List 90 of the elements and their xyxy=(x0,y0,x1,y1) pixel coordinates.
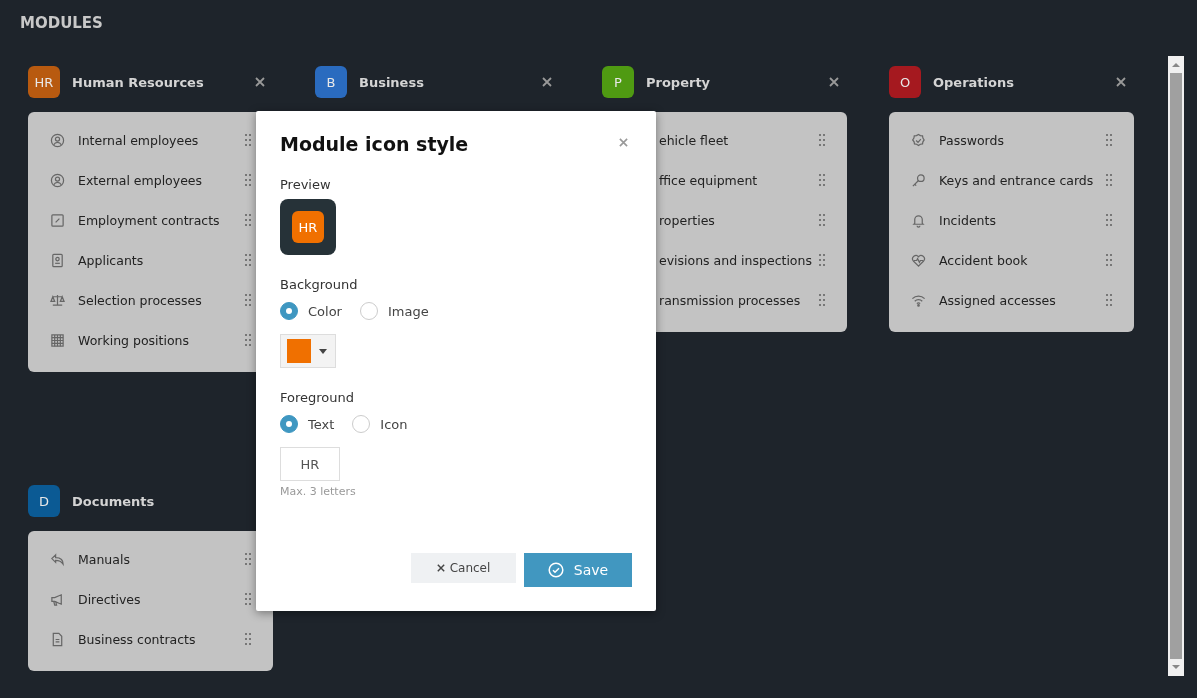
drag-handle-icon[interactable] xyxy=(1106,174,1112,186)
module-item[interactable]: Keys and entrance cards xyxy=(939,172,1106,188)
module-item[interactable]: Internal employees xyxy=(78,132,245,148)
radio-button[interactable] xyxy=(352,415,371,433)
close-icon[interactable] xyxy=(542,77,552,87)
module-item[interactable]: External employees xyxy=(78,172,245,188)
module-item[interactable]: Directives xyxy=(78,591,245,607)
module-item[interactable]: roperties xyxy=(659,212,819,228)
module-badge: HR xyxy=(28,66,60,98)
preview-badge: HR xyxy=(292,211,324,243)
wifi-icon xyxy=(911,292,926,308)
drag-handle-icon[interactable] xyxy=(245,134,251,146)
caret-icon xyxy=(319,348,327,354)
color-picker[interactable] xyxy=(280,334,336,368)
drag-handle-icon[interactable] xyxy=(245,294,251,306)
module-item[interactable]: Applicants xyxy=(78,252,245,268)
radio-label: Image xyxy=(387,303,429,319)
drag-handle-icon[interactable] xyxy=(1106,214,1112,226)
page-title: MODULES xyxy=(20,14,103,32)
section-label: Foreground xyxy=(280,390,356,405)
close-icon[interactable] xyxy=(829,77,839,87)
drag-handle-icon[interactable] xyxy=(245,633,251,645)
radio-label: Icon xyxy=(380,416,408,432)
key-icon xyxy=(911,172,926,188)
drag-handle-icon[interactable] xyxy=(819,294,825,306)
module-item[interactable]: Working positions xyxy=(78,332,245,348)
scale-icon xyxy=(50,292,65,308)
module-badge: B xyxy=(315,66,347,98)
module-item[interactable]: ffice equipment xyxy=(659,172,819,188)
drag-handle-icon[interactable] xyxy=(1106,134,1112,146)
text-input-field[interactable]: HR xyxy=(280,447,340,481)
heart-icon xyxy=(911,252,926,268)
module-item[interactable]: ehicle fleet xyxy=(659,132,819,148)
radio-label: Color xyxy=(308,303,342,319)
drag-handle-icon[interactable] xyxy=(245,593,251,605)
close-icon xyxy=(436,564,445,572)
module-item[interactable]: Incidents xyxy=(939,212,1106,228)
cancel-button[interactable]: Cancel xyxy=(411,553,516,583)
section-label: Background xyxy=(280,277,359,292)
module-badge: O xyxy=(889,66,921,98)
module-item[interactable]: Passwords xyxy=(939,132,1106,148)
module-item[interactable]: Selection processes xyxy=(78,292,245,308)
radio-label: Text xyxy=(308,416,335,432)
reply-icon xyxy=(50,551,65,567)
drag-handle-icon[interactable] xyxy=(1106,294,1112,306)
module-item[interactable]: evisions and inspections xyxy=(659,252,819,268)
drag-handle-icon[interactable] xyxy=(819,254,825,266)
module-item[interactable]: Manuals xyxy=(78,551,245,567)
person-icon xyxy=(50,132,65,148)
module-name: Human Resources xyxy=(72,74,205,90)
color-swatch xyxy=(287,339,311,363)
drag-handle-icon[interactable] xyxy=(245,254,251,266)
check-circle-icon xyxy=(547,562,564,578)
edit-icon xyxy=(50,212,65,228)
module-name: Business xyxy=(359,74,425,90)
megaphone-icon xyxy=(50,591,65,607)
drag-handle-icon[interactable] xyxy=(245,553,251,565)
module-badge: D xyxy=(28,485,60,517)
close-icon[interactable] xyxy=(255,77,265,87)
close-icon[interactable] xyxy=(619,138,628,147)
module-name: Operations xyxy=(933,74,1015,90)
close-icon[interactable] xyxy=(1116,77,1126,87)
module-item[interactable]: Business contracts xyxy=(78,631,245,647)
module-name: Documents xyxy=(72,493,156,509)
section-label: Preview xyxy=(280,177,332,192)
drag-handle-icon[interactable] xyxy=(245,214,251,226)
contact-icon xyxy=(50,252,65,268)
document-icon xyxy=(50,631,65,647)
module-item[interactable]: Accident book xyxy=(939,252,1106,268)
badge-check-icon xyxy=(911,132,926,148)
module-name: Property xyxy=(646,74,712,90)
scrollbar[interactable] xyxy=(1168,56,1184,676)
hint-text: Max. 3 letters xyxy=(280,485,357,498)
radio-button[interactable] xyxy=(280,415,298,433)
module-badge: P xyxy=(602,66,634,98)
radio-button[interactable] xyxy=(359,302,378,320)
drag-handle-icon[interactable] xyxy=(245,334,251,346)
drag-handle-icon[interactable] xyxy=(1106,254,1112,266)
drag-handle-icon[interactable] xyxy=(819,134,825,146)
dialog-title: Module icon style xyxy=(280,133,469,155)
grid-icon xyxy=(50,332,65,348)
bell-icon xyxy=(911,212,926,228)
person-icon xyxy=(50,172,65,188)
radio-button[interactable] xyxy=(280,302,298,320)
module-item[interactable]: ransmission processes xyxy=(659,292,819,308)
module-item[interactable]: Employment contracts xyxy=(78,212,245,228)
drag-handle-icon[interactable] xyxy=(245,174,251,186)
drag-handle-icon[interactable] xyxy=(819,214,825,226)
module-item[interactable]: Assigned accesses xyxy=(939,292,1106,308)
drag-handle-icon[interactable] xyxy=(819,174,825,186)
